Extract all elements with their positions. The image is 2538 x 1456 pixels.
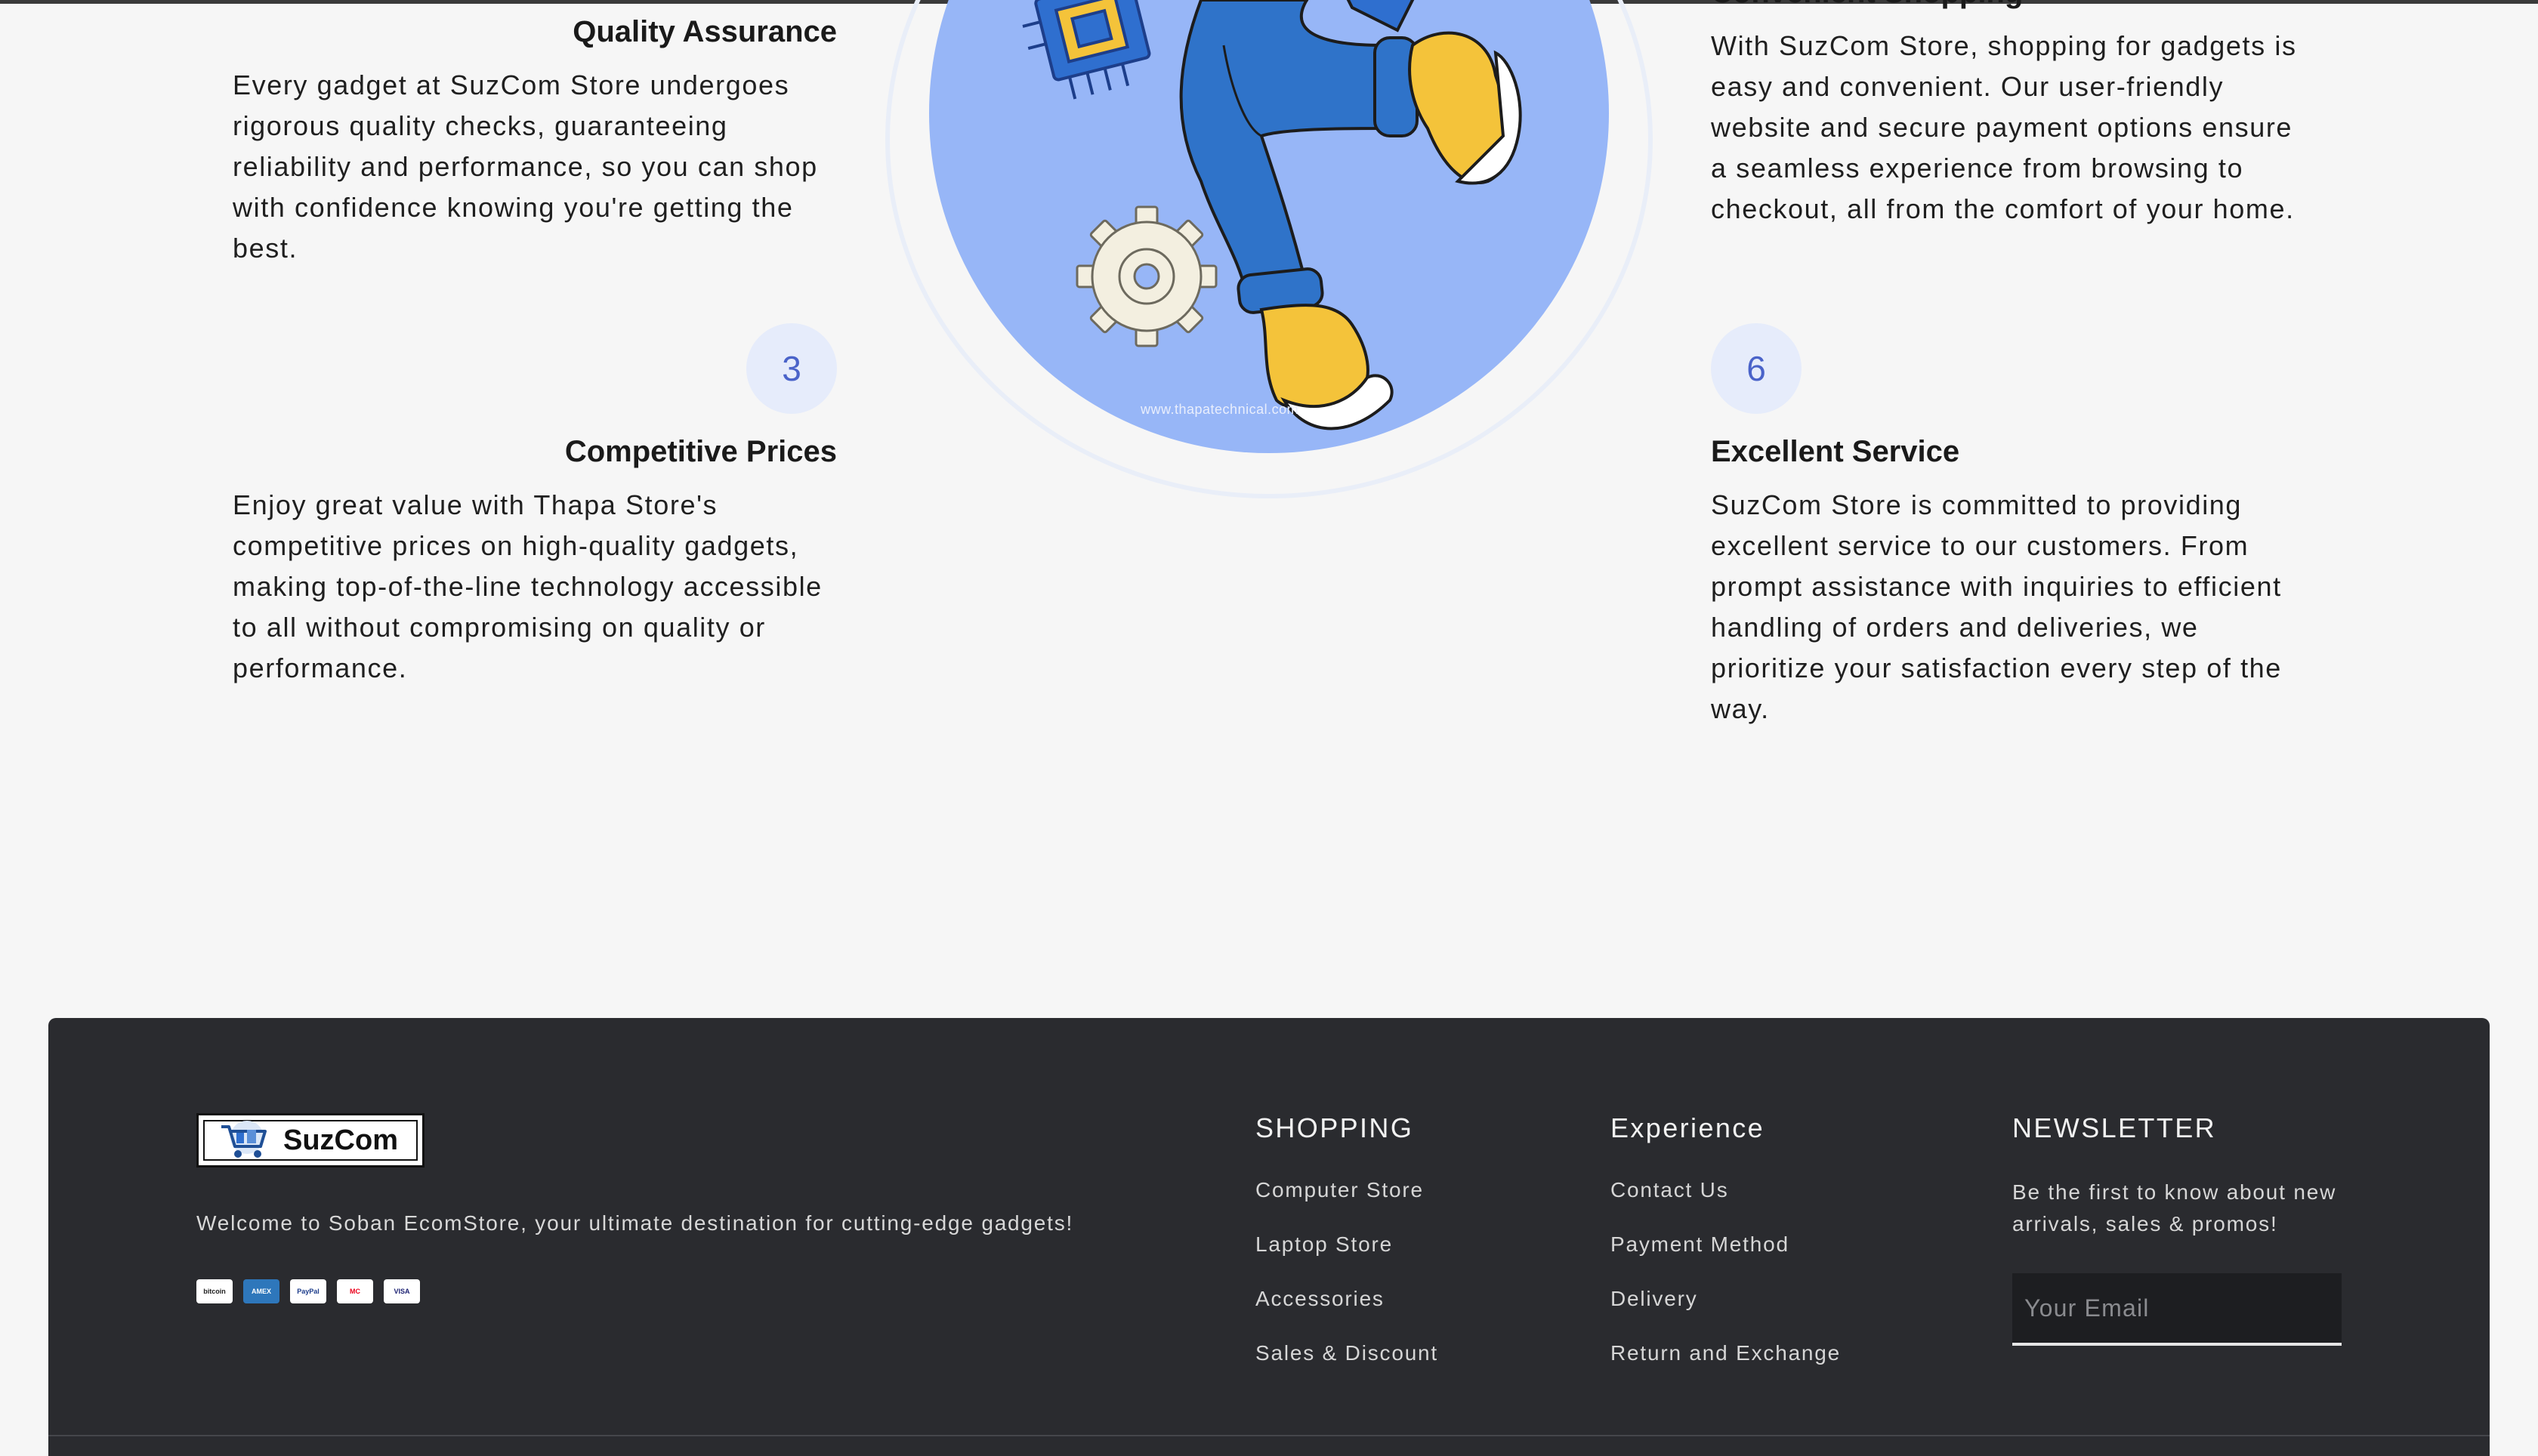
- footer-link-contact-us[interactable]: Contact Us: [1610, 1177, 1841, 1204]
- feature-title: Excellent Service: [1711, 435, 1960, 468]
- feature-description: With SuzCom Store, shopping for gadgets …: [1711, 30, 2297, 224]
- feature-description: Enjoy great value with Thapa Store's com…: [233, 489, 823, 683]
- footer-experience-column: Experience Contact Us Payment Method Del…: [1610, 1110, 1841, 1394]
- feature-number-badge: 6: [1711, 323, 1802, 414]
- feature-quality-assurance: Quality Assurance Every gadget at SuzCom…: [233, 12, 837, 269]
- newsletter-email-input[interactable]: [2012, 1273, 2342, 1346]
- logo-text: SuzCom: [283, 1124, 398, 1156]
- footer-link-computer-store[interactable]: Computer Store: [1255, 1177, 1438, 1204]
- visa-icon: VISA: [384, 1279, 420, 1303]
- feature-description: Every gadget at SuzCom Store undergoes r…: [233, 69, 818, 264]
- feature-excellent-service: 6 Excellent Service SuzCom Store is comm…: [1711, 323, 2315, 730]
- newsletter-text: Be the first to know about new arrivals,…: [2012, 1180, 2337, 1235]
- amex-icon: AMEX: [243, 1279, 279, 1303]
- footer-welcome-text: Welcome to Soban EcomStore, your ultimat…: [196, 1211, 1074, 1235]
- feature-title: Quality Assurance: [573, 15, 837, 48]
- hero-watermark: www.thapatechnical.com: [1141, 402, 1299, 417]
- footer-link-return-exchange[interactable]: Return and Exchange: [1610, 1340, 1841, 1367]
- feature-convenient-shopping: Convenient Shopping With SuzCom Store, s…: [1711, 0, 2315, 230]
- footer-link-laptop-store[interactable]: Laptop Store: [1255, 1231, 1438, 1258]
- cart-icon: [221, 1121, 267, 1158]
- hero-illustration: [1022, 0, 1522, 430]
- footer-shopping-column: SHOPPING Computer Store Laptop Store Acc…: [1255, 1110, 1438, 1394]
- chip-icon: [1022, 0, 1151, 100]
- feature-number-badge: 3: [746, 323, 837, 414]
- feature-title: Competitive Prices: [564, 435, 837, 468]
- footer-link-delivery[interactable]: Delivery: [1610, 1285, 1841, 1313]
- mastercard-icon: MC: [337, 1279, 373, 1303]
- footer-link-accessories[interactable]: Accessories: [1255, 1285, 1438, 1313]
- feature-competitive-prices: 3 Competitive Prices Enjoy great value w…: [233, 323, 837, 689]
- feature-title: Convenient Shopping: [1711, 0, 2315, 12]
- paypal-icon: PayPal: [290, 1279, 326, 1303]
- bitcoin-icon: bitcoin: [196, 1279, 233, 1303]
- footer-newsletter-column: NEWSLETTER Be the first to know about ne…: [2012, 1110, 2360, 1346]
- feature-description: SuzCom Store is committed to providing e…: [1711, 489, 2282, 724]
- gear-icon: [1076, 205, 1218, 347]
- footer-logo[interactable]: SuzCom: [196, 1113, 425, 1168]
- footer-link-sales-discount[interactable]: Sales & Discount: [1255, 1340, 1438, 1367]
- column-heading: SHOPPING: [1255, 1112, 1414, 1143]
- footer-link-payment-method[interactable]: Payment Method: [1610, 1231, 1841, 1258]
- site-footer: SuzCom Welcome to Soban EcomStore, your …: [48, 1018, 2490, 1456]
- footer-divider: [48, 1435, 2490, 1436]
- column-heading: Experience: [1610, 1112, 1765, 1143]
- payment-methods: bitcoin AMEX PayPal MC VISA: [196, 1279, 420, 1303]
- column-heading: NEWSLETTER: [2012, 1112, 2217, 1143]
